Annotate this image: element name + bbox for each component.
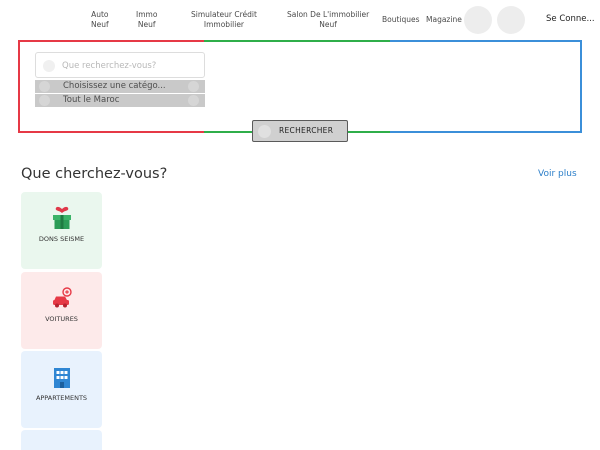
category-card-next[interactable]	[21, 430, 102, 450]
chevron-down-icon	[188, 95, 199, 106]
category-select[interactable]: Choisissez une catégo...	[35, 80, 205, 93]
nav-item-salon-immobilier[interactable]: Salon De L'immobilier Neuf	[287, 10, 369, 30]
see-more-link[interactable]: Voir plus	[538, 169, 577, 179]
search-button[interactable]: RECHERCHER	[252, 120, 348, 142]
nav-item-simulateur-credit[interactable]: Simulateur Crédit Immobilier	[191, 10, 257, 30]
category-card-voitures[interactable]: VOITURES	[21, 272, 102, 349]
border-green-top	[204, 40, 390, 42]
nav-item-auto-neuf[interactable]: Auto Neuf	[91, 10, 109, 30]
car-icon	[53, 287, 72, 308]
city-select-value: Tout le Maroc	[63, 95, 120, 105]
signin-link[interactable]: Se Conne...	[546, 14, 595, 24]
location-icon	[39, 95, 50, 106]
nav-item-immo-neuf[interactable]: Immo Neuf	[136, 10, 157, 30]
category-select-value: Choisissez une catégo...	[63, 81, 166, 91]
search-button-label: RECHERCHER	[279, 126, 334, 135]
building-icon	[54, 368, 70, 388]
border-red-top	[18, 40, 204, 42]
city-select[interactable]: Tout le Maroc	[35, 94, 205, 107]
category-card-dons-seisme[interactable]: DONS SEISME	[21, 192, 102, 269]
border-blue-top	[390, 40, 582, 42]
nav-item-boutiques[interactable]: Boutiques	[382, 15, 420, 25]
border-red-bottom	[18, 131, 204, 133]
search-icon	[43, 60, 55, 72]
search-box	[35, 52, 205, 78]
language-icon[interactable]	[464, 6, 492, 34]
nav-item-magazine[interactable]: Magazine	[426, 15, 462, 25]
search-panel: Choisissez une catégo... Tout le Maroc R…	[18, 40, 582, 142]
border-red-left	[18, 40, 20, 133]
category-card-appartements[interactable]: APPARTEMENTS	[21, 351, 102, 428]
top-navigation: Auto Neuf Immo Neuf Simulateur Crédit Im…	[0, 0, 600, 40]
border-blue-bottom	[390, 131, 582, 133]
category-label: APPARTEMENTS	[35, 394, 88, 402]
category-icon	[39, 81, 50, 92]
category-label: DONS SEISME	[38, 235, 85, 243]
user-icon[interactable]	[497, 6, 525, 34]
chevron-down-icon	[188, 81, 199, 92]
border-blue-right	[580, 40, 582, 133]
gift-heart-icon	[53, 206, 71, 229]
search-button-icon	[258, 125, 271, 138]
section-title: Que cherchez-vous?	[21, 166, 168, 182]
search-input[interactable]	[62, 57, 200, 74]
category-label: VOITURES	[45, 315, 78, 323]
